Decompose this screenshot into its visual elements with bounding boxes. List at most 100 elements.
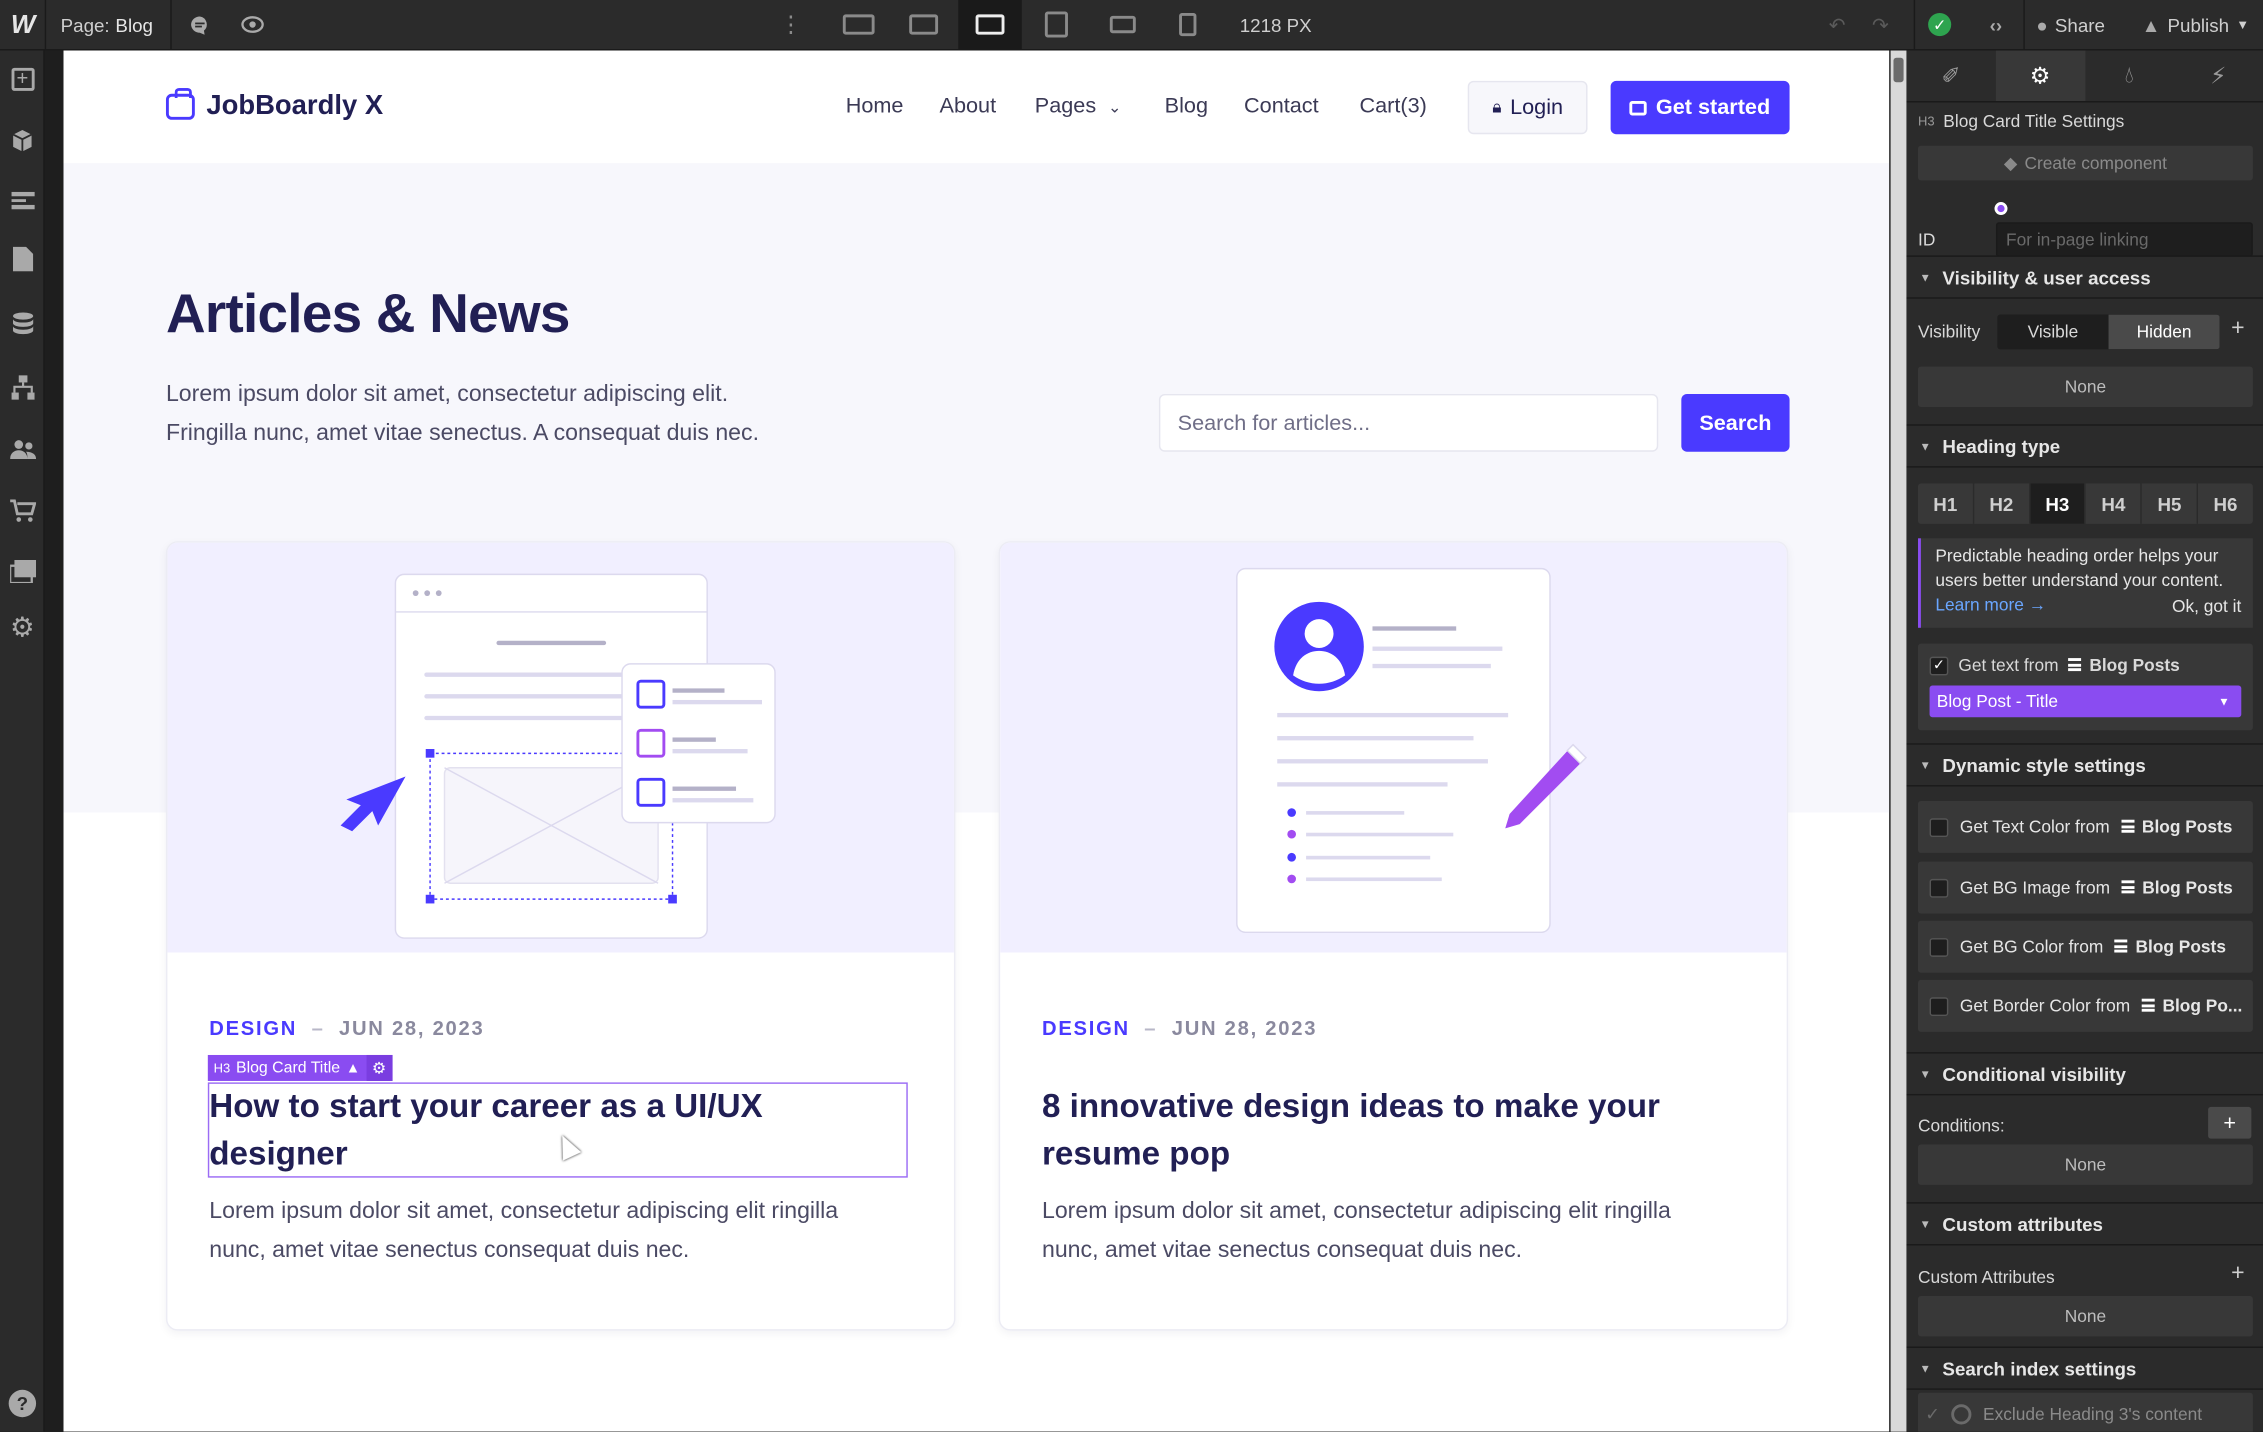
more-options-icon[interactable]: ⋮ xyxy=(774,0,809,49)
add-elements-icon[interactable]: + xyxy=(9,65,36,92)
heading-h5[interactable]: H5 xyxy=(2142,483,2199,524)
section-conditional-visibility[interactable]: ▼ Conditional visibility xyxy=(1906,1052,2263,1096)
get-started-label: Get started xyxy=(1655,95,1771,120)
logic-icon[interactable] xyxy=(9,374,36,401)
section-search-index[interactable]: ▼ Search index settings xyxy=(1906,1346,2263,1390)
bound-field-select[interactable]: Blog Post - Title ▼ xyxy=(1929,685,2242,718)
nav-contact[interactable]: Contact xyxy=(1244,94,1319,119)
selected-element-tag[interactable]: H3 Blog Card Title ▲ ⚙ xyxy=(207,1054,392,1081)
preview-eye-icon[interactable] xyxy=(235,0,270,49)
dynamic-source: Blog Po... xyxy=(2141,996,2242,1016)
cms-icon[interactable] xyxy=(9,310,36,337)
section-custom-attributes[interactable]: ▼ Custom attributes xyxy=(1906,1202,2263,1246)
tab-style-brush-icon[interactable]: ✐ xyxy=(1906,51,1995,102)
undo-icon[interactable]: ↶ xyxy=(1820,0,1855,49)
blog-card[interactable]: DESIGN – JUN 28, 2023 H3 Blog Card Title… xyxy=(165,541,956,1331)
search-input[interactable]: Search for articles... xyxy=(1158,393,1659,452)
breakpoint-desktop-xl[interactable] xyxy=(840,0,878,49)
nav-home[interactable]: Home xyxy=(846,94,904,119)
create-component-button[interactable]: ◆ Create component xyxy=(1918,145,2253,181)
section-heading-type[interactable]: ▼ Heading type xyxy=(1906,424,2263,468)
canvas-scroll-thumb[interactable] xyxy=(1893,57,1904,83)
visible-option[interactable]: Visible xyxy=(1997,314,2109,350)
page-title: Articles & News xyxy=(165,284,570,345)
meta-separator: – xyxy=(311,1016,325,1040)
tab-interactions-bolt-icon[interactable]: ⚡︎ xyxy=(2174,51,2263,102)
add-condition-button[interactable]: + xyxy=(2208,1106,2252,1139)
top-toolbar: W Page: Blog ⋮ 1218 PX ↶ ↷ ✓ ‹› ● Share xyxy=(0,0,2263,51)
section-visibility[interactable]: ▼ Visibility & user access xyxy=(1906,255,2263,299)
ok-got-it-button[interactable]: Ok, got it xyxy=(2172,595,2241,620)
ecommerce-cart-icon[interactable] xyxy=(9,496,36,523)
users-icon[interactable] xyxy=(9,436,36,463)
navigator-icon[interactable] xyxy=(9,186,36,213)
heading-h3[interactable]: H3 xyxy=(2030,483,2087,524)
tab-settings-gear-icon[interactable]: ⚙ xyxy=(1995,50,2085,102)
publish-button[interactable]: ▲ Publish ▼ xyxy=(2142,0,2249,49)
card-category[interactable]: DESIGN xyxy=(1042,1016,1130,1039)
heading-h2[interactable]: H2 xyxy=(1974,483,2031,524)
login-label: Login xyxy=(1510,95,1564,120)
code-icon[interactable]: ‹› xyxy=(1979,0,2014,49)
heading-h6[interactable]: H6 xyxy=(2198,483,2253,523)
get-started-button[interactable]: Get started xyxy=(1610,80,1790,135)
canvas-scrollbar[interactable] xyxy=(1890,50,1907,1432)
nav-about[interactable]: About xyxy=(940,94,997,119)
breakpoint-mobile-landscape[interactable] xyxy=(1104,0,1142,49)
webflow-logo[interactable]: W xyxy=(9,0,38,49)
help-icon[interactable]: ? xyxy=(8,1389,37,1418)
get-text-checkbox[interactable]: ✓ xyxy=(1929,655,1949,675)
section-title: Search index settings xyxy=(1942,1357,2137,1379)
blog-card[interactable]: DESIGN – JUN 28, 2023 8 innovative desig… xyxy=(998,541,1789,1331)
breakpoint-desktop-base[interactable] xyxy=(958,0,1022,50)
login-button[interactable]: 🔒︎ Login xyxy=(1467,80,1588,135)
comments-icon[interactable] xyxy=(182,0,217,49)
dynamic-text-color-row[interactable]: Get Text Color from Blog Posts xyxy=(1918,800,2253,853)
component-icon: ◆ xyxy=(2003,152,2018,174)
breakpoint-desktop-lg[interactable] xyxy=(905,0,943,49)
components-icon[interactable] xyxy=(9,127,36,154)
section-dynamic-style[interactable]: ▼ Dynamic style settings xyxy=(1906,743,2263,787)
section-title: Custom attributes xyxy=(1942,1213,2103,1235)
element-settings-gear-icon[interactable]: ⚙ xyxy=(365,1054,392,1081)
nav-pages[interactable]: Pages ⌄ xyxy=(1035,94,1122,119)
card-category[interactable]: DESIGN xyxy=(209,1016,297,1039)
dynamic-border-color-row[interactable]: Get Border Color from Blog Po... xyxy=(1918,979,2253,1032)
nav-blog[interactable]: Blog xyxy=(1165,94,1208,119)
id-input[interactable]: For in-page linking xyxy=(1995,222,2253,257)
settings-gear-icon[interactable]: ⚙ xyxy=(9,613,36,643)
breakpoint-mobile-portrait[interactable] xyxy=(1169,0,1207,49)
add-attribute-icon[interactable]: + xyxy=(2231,1261,2244,1287)
exclude-heading-row[interactable]: ✓ Exclude Heading 3's content xyxy=(1918,1392,2253,1432)
heading-h4[interactable]: H4 xyxy=(2086,483,2143,524)
checkbox[interactable] xyxy=(1929,996,1949,1016)
nav-pages-label: Pages xyxy=(1034,93,1097,119)
dynamic-bg-image-row[interactable]: Get BG Image from Blog Posts xyxy=(1918,861,2253,914)
learn-more-link[interactable]: Learn more → xyxy=(1935,595,2046,615)
checkbox[interactable] xyxy=(1929,817,1949,837)
blog-card-title[interactable]: 8 innovative design ideas to make your r… xyxy=(1042,1082,1741,1177)
card-excerpt: Lorem ipsum dolor sit amet, consectetur … xyxy=(1041,1199,1671,1263)
element-tag: H3 xyxy=(1918,114,1935,129)
pages-icon[interactable] xyxy=(9,245,36,272)
dynamic-bg-color-row[interactable]: Get BG Color from Blog Posts xyxy=(1918,920,2253,973)
search-button[interactable]: Search xyxy=(1681,393,1790,452)
chevron-down-icon: ▼ xyxy=(2218,694,2230,708)
heading-h1[interactable]: H1 xyxy=(1918,483,1975,524)
share-button[interactable]: ● Share xyxy=(2036,0,2105,49)
page-label: Page: xyxy=(60,13,110,36)
checkbox[interactable] xyxy=(1929,878,1949,897)
source-name: Blog Posts xyxy=(2135,936,2226,957)
checkbox[interactable] xyxy=(1929,937,1949,957)
database-icon xyxy=(2121,819,2135,833)
breakpoint-tablet[interactable] xyxy=(1038,0,1076,49)
card-meta: DESIGN – JUN 28, 2023 xyxy=(209,1016,484,1039)
site-brand[interactable]: JobBoardly X xyxy=(165,88,383,123)
tab-style-manager-drops-icon[interactable]: 💧︎ xyxy=(2085,51,2174,102)
redo-icon[interactable]: ↷ xyxy=(1863,0,1898,49)
page-selector[interactable]: Page: Blog xyxy=(61,0,153,49)
add-visibility-icon[interactable]: + xyxy=(2231,316,2244,342)
hidden-option[interactable]: Hidden xyxy=(2108,314,2220,350)
nav-cart[interactable]: Cart(3) xyxy=(1359,94,1426,119)
assets-icon[interactable] xyxy=(9,557,36,584)
